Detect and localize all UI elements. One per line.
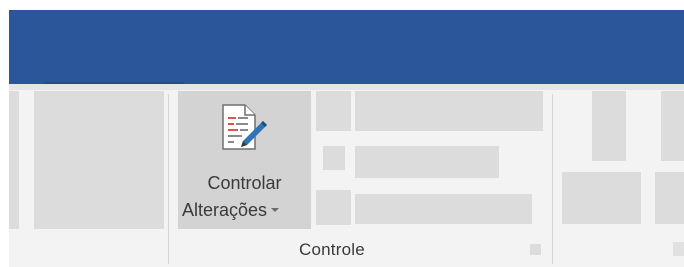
group-separator xyxy=(552,94,553,264)
ribbon: Controlar Alterações Controle xyxy=(9,84,684,267)
ribbon-placeholder-small-icon xyxy=(316,91,351,131)
ribbon-placeholder-small-button xyxy=(655,172,684,224)
ribbon-placeholder-small-button xyxy=(562,172,641,224)
track-changes-label-line1: Controlar xyxy=(207,173,282,193)
document-pen-icon xyxy=(222,104,267,150)
ribbon-placeholder-launcher xyxy=(673,242,684,256)
track-changes-label-line2: Alterações xyxy=(178,199,315,221)
ribbon-placeholder-small-button xyxy=(592,91,626,161)
ribbon-placeholder-small-button xyxy=(661,91,684,161)
ribbon-placeholder-large-button xyxy=(34,91,164,229)
chevron-down-icon[interactable] xyxy=(271,208,280,213)
ribbon-placeholder-small-icon xyxy=(323,146,345,170)
ribbon-placeholder-small-button xyxy=(355,194,532,224)
app-window: Controlar Alterações Controle xyxy=(0,0,684,267)
track-changes-label-text: Alterações xyxy=(182,200,268,220)
group-label-controle: Controle xyxy=(299,240,365,259)
group-separator xyxy=(168,94,169,264)
ribbon-top-edge xyxy=(9,84,684,90)
ribbon-placeholder-small-button xyxy=(355,146,499,178)
track-changes-button[interactable]: Controlar Alterações xyxy=(178,91,311,229)
dialog-launcher-icon[interactable] xyxy=(530,244,541,255)
ribbon-placeholder-small-icon xyxy=(316,190,351,225)
ribbon-placeholder-small-button xyxy=(355,91,543,131)
title-bar xyxy=(9,10,684,84)
ribbon-placeholder-left-edge xyxy=(9,91,19,229)
